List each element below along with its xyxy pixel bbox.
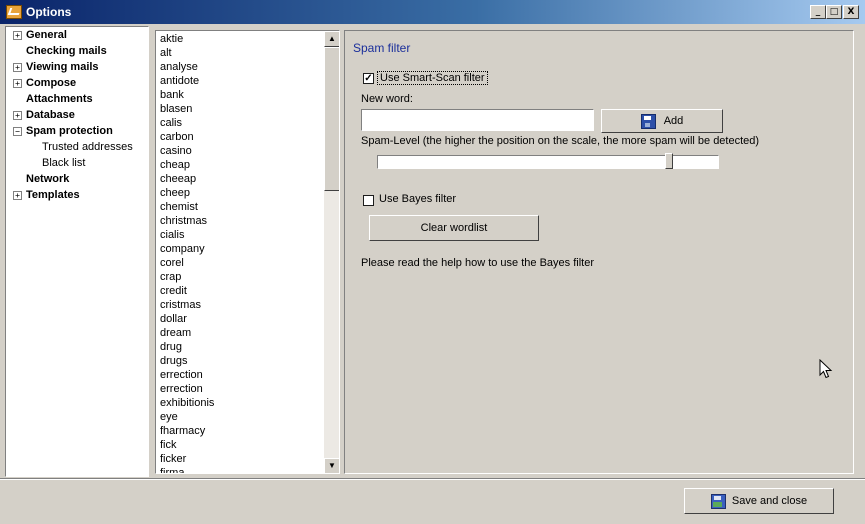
tree-item[interactable]: General bbox=[26, 27, 67, 43]
list-item[interactable]: fharmacy bbox=[160, 424, 205, 438]
tree-item[interactable]: Compose bbox=[26, 75, 76, 91]
list-item[interactable]: chemist bbox=[160, 200, 198, 214]
expand-icon[interactable]: + bbox=[13, 63, 22, 72]
new-word-label: New word: bbox=[361, 93, 413, 105]
add-word-button[interactable]: Add bbox=[601, 109, 723, 133]
window-title: Options bbox=[26, 5, 72, 19]
smart-scan-label[interactable]: Use Smart-Scan filter bbox=[377, 71, 488, 85]
collapse-icon[interactable]: − bbox=[13, 127, 22, 136]
list-item[interactable]: dream bbox=[160, 326, 191, 340]
app-icon bbox=[6, 5, 22, 19]
list-item[interactable]: cialis bbox=[160, 228, 184, 242]
list-item[interactable]: credit bbox=[160, 284, 187, 298]
list-item[interactable]: errection bbox=[160, 382, 203, 396]
list-item[interactable]: christmas bbox=[160, 214, 207, 228]
spam-level-slider[interactable] bbox=[377, 153, 719, 169]
expand-icon[interactable]: + bbox=[13, 31, 22, 40]
list-item[interactable]: cheeap bbox=[160, 172, 196, 186]
list-item[interactable]: errection bbox=[160, 368, 203, 382]
save-and-close-label: Save and close bbox=[731, 495, 808, 507]
bayes-help-text: Please read the help how to use the Baye… bbox=[361, 257, 594, 269]
list-item[interactable]: cristmas bbox=[160, 298, 201, 312]
expand-icon[interactable]: + bbox=[13, 79, 22, 88]
tree-item[interactable]: Black list bbox=[42, 155, 85, 171]
panel-title: Spam filter bbox=[353, 41, 411, 55]
tree-item[interactable]: Trusted addresses bbox=[42, 139, 133, 155]
list-item[interactable]: dollar bbox=[160, 312, 187, 326]
scroll-thumb[interactable] bbox=[324, 47, 339, 191]
scroll-up-icon[interactable]: ▲ bbox=[324, 31, 339, 47]
options-tree[interactable]: General + Checking mails Viewing mails + Comp… bbox=[5, 26, 149, 477]
mouse-cursor-icon bbox=[819, 359, 833, 379]
list-item[interactable]: drugs bbox=[160, 354, 188, 368]
list-item[interactable]: aktie bbox=[160, 32, 183, 46]
new-word-input[interactable] bbox=[361, 109, 594, 131]
spam-level-slider-thumb[interactable] bbox=[665, 153, 673, 169]
tree-item[interactable]: Attachments bbox=[26, 91, 93, 107]
save-and-close-button[interactable]: Save and close bbox=[684, 488, 834, 514]
close-button[interactable]: X bbox=[843, 5, 859, 19]
bayes-checkbox[interactable] bbox=[363, 195, 374, 206]
bayes-label[interactable]: Use Bayes filter bbox=[379, 193, 456, 205]
list-item[interactable]: corel bbox=[160, 256, 184, 270]
list-item[interactable]: bank bbox=[160, 88, 184, 102]
list-item[interactable]: alt bbox=[160, 46, 172, 60]
word-list-scrollbar[interactable]: ▲ ▼ bbox=[324, 31, 339, 473]
tree-item[interactable]: Templates bbox=[26, 187, 80, 203]
scroll-down-icon[interactable]: ▼ bbox=[324, 458, 339, 473]
tree-item[interactable]: Spam protection bbox=[26, 123, 113, 139]
add-button-label: Add bbox=[663, 115, 684, 127]
list-item[interactable]: cheap bbox=[160, 158, 190, 172]
tree-item[interactable]: Network bbox=[26, 171, 69, 187]
list-item[interactable]: company bbox=[160, 242, 205, 256]
list-item[interactable]: antidote bbox=[160, 74, 199, 88]
title-bar: Options _ □ X bbox=[0, 0, 865, 24]
footer-separator bbox=[0, 478, 865, 480]
save-close-icon bbox=[710, 493, 726, 509]
save-disk-icon bbox=[640, 113, 656, 129]
spam-filter-panel: Spam filter ✓ Use Smart-Scan filter New … bbox=[344, 30, 854, 474]
list-item[interactable]: blasen bbox=[160, 102, 192, 116]
maximize-button[interactable]: □ bbox=[826, 5, 842, 19]
list-item[interactable]: exhibitionis bbox=[160, 396, 214, 410]
minimize-button[interactable]: _ bbox=[810, 5, 826, 19]
spam-word-list[interactable]: aktie alt analyse antidote bank blasen calis ca… bbox=[155, 30, 340, 474]
spam-level-label: Spam-Level (the higher the position on t… bbox=[361, 135, 760, 147]
list-item[interactable]: carbon bbox=[160, 130, 194, 144]
list-item[interactable]: firma bbox=[160, 466, 184, 473]
expand-icon[interactable]: + bbox=[13, 191, 22, 200]
list-item[interactable]: drug bbox=[160, 340, 182, 354]
tree-item[interactable]: Checking mails bbox=[26, 43, 107, 59]
list-item[interactable]: crap bbox=[160, 270, 181, 284]
list-item[interactable]: eye bbox=[160, 410, 178, 424]
list-item[interactable]: analyse bbox=[160, 60, 198, 74]
list-item[interactable]: fick bbox=[160, 438, 177, 452]
expand-icon[interactable]: + bbox=[13, 111, 22, 120]
list-item[interactable]: cheep bbox=[160, 186, 190, 200]
list-item[interactable]: ficker bbox=[160, 452, 186, 466]
tree-item[interactable]: Database bbox=[26, 107, 75, 123]
tree-item[interactable]: Viewing mails bbox=[26, 59, 99, 75]
list-item[interactable]: casino bbox=[160, 144, 192, 158]
smart-scan-checkbox[interactable]: ✓ bbox=[363, 73, 374, 84]
clear-wordlist-button[interactable]: Clear wordlist bbox=[369, 215, 539, 241]
list-item[interactable]: calis bbox=[160, 116, 182, 130]
